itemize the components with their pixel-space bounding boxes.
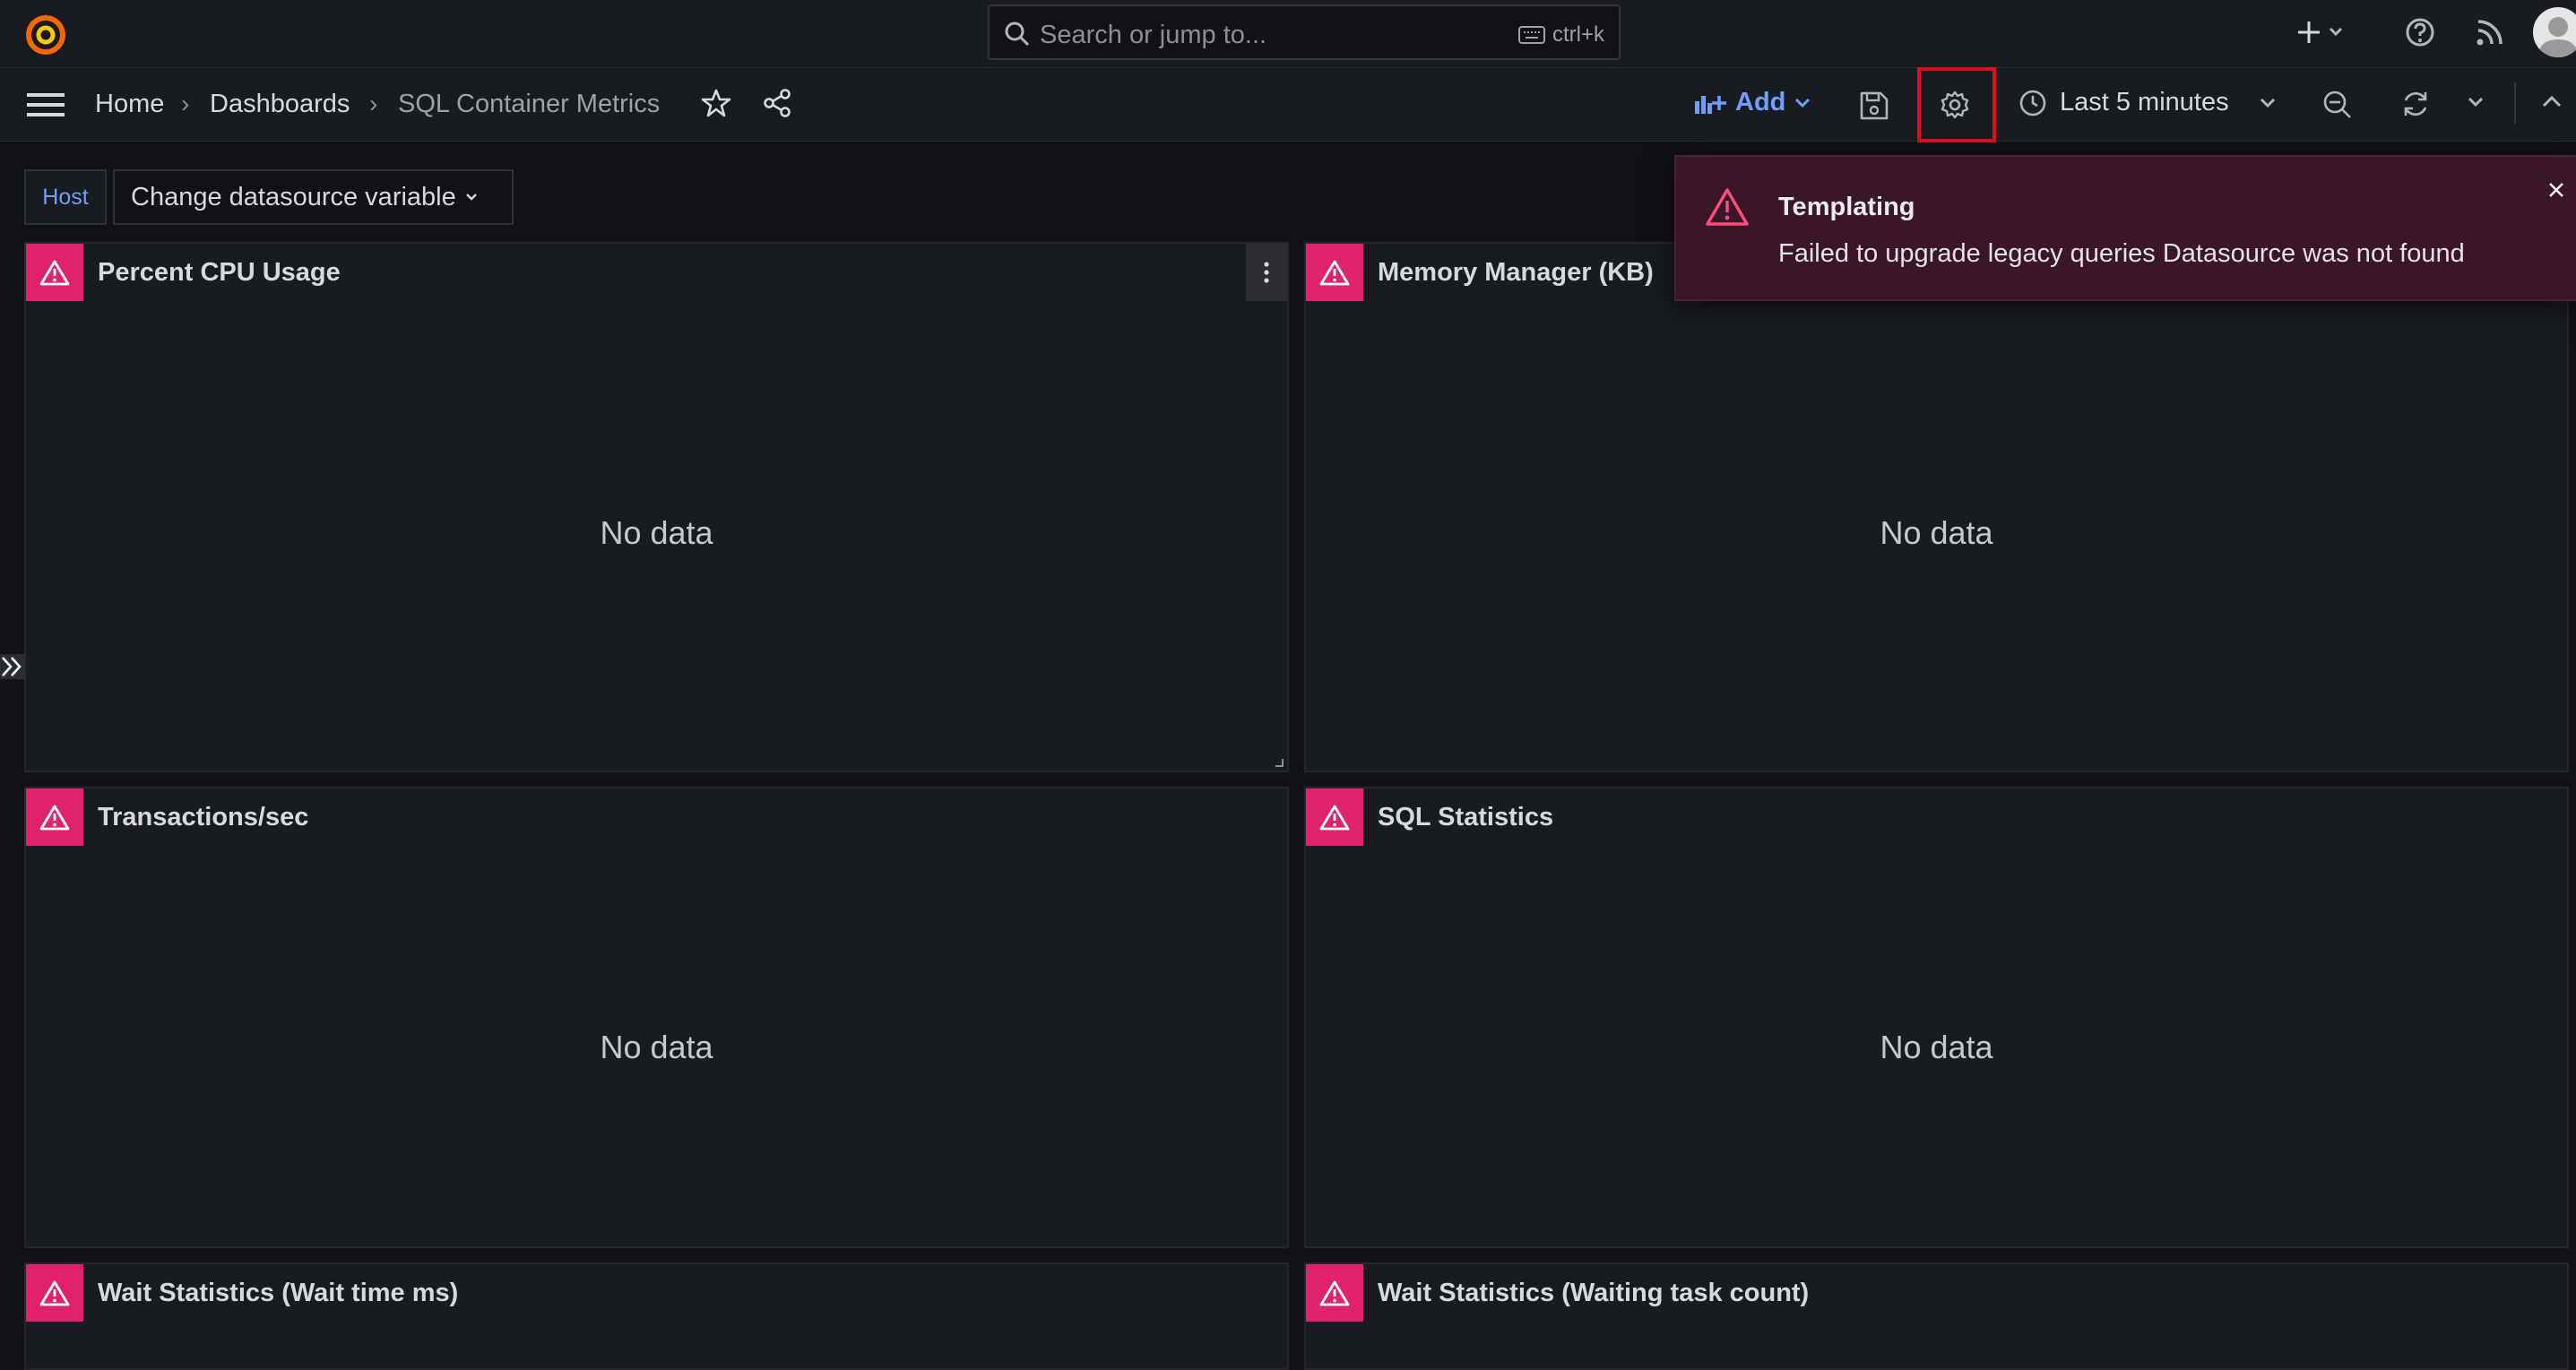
new-plus-icon[interactable] <box>2296 16 2350 48</box>
star-icon[interactable] <box>701 88 731 118</box>
time-range-picker[interactable]: Last 5 minutes <box>2018 88 2276 117</box>
panel-percent-cpu-usage[interactable]: Percent CPU Usage No data <box>24 242 1289 772</box>
panel-error-warning-icon[interactable] <box>26 1264 83 1322</box>
panel-title: Wait Statistics (Wait time ms) <box>98 1279 459 1307</box>
toast-message: Failed to upgrade legacy queries Datasou… <box>1778 239 2465 268</box>
panel-title: SQL Statistics <box>1378 803 1554 831</box>
datasource-variable-select[interactable]: Change datasource variable <box>113 169 514 225</box>
chevron-down-icon <box>1794 98 1811 108</box>
menu-hamburger-icon[interactable] <box>27 91 65 118</box>
panel-error-warning-icon[interactable] <box>1306 244 1363 301</box>
search-icon <box>1004 21 1031 47</box>
news-rss-icon[interactable] <box>2474 16 2506 48</box>
resize-handle-icon[interactable] <box>1273 756 1284 767</box>
toast-warning-icon <box>1705 187 1750 227</box>
breadcrumb-dashboards[interactable]: Dashboards <box>210 90 350 119</box>
toolbar-divider <box>2514 82 2516 124</box>
clock-icon <box>2018 89 2047 117</box>
search-shortcut: ctrl+k <box>1517 22 1604 47</box>
panel-memory-manager[interactable]: Memory Manager (KB) No data <box>1304 242 2569 772</box>
panel-waiting-task-count[interactable]: Wait Statistics (Waiting task count) <box>1304 1262 2569 1370</box>
breadcrumb-separator: › <box>181 90 190 117</box>
panel-error-warning-icon[interactable] <box>26 244 83 301</box>
save-dashboard-icon[interactable] <box>1859 90 1889 121</box>
panel-no-data: No data <box>600 514 713 551</box>
settings-highlight-box <box>1917 67 1996 142</box>
add-label: Add <box>1735 88 1786 116</box>
side-expand-chevrons-icon[interactable] <box>0 654 25 679</box>
help-icon[interactable] <box>2404 16 2436 48</box>
chevron-down-icon <box>2260 98 2276 108</box>
panel-sql-statistics[interactable]: SQL Statistics No data <box>1304 787 2569 1248</box>
breadcrumb-current: SQL Container Metrics <box>398 90 661 118</box>
time-range-label: Last 5 minutes <box>2060 88 2229 116</box>
panel-no-data: No data <box>600 1029 713 1065</box>
panel-no-data: No data <box>1880 1029 1993 1065</box>
close-icon[interactable] <box>2546 180 2566 200</box>
breadcrumb-separator: › <box>369 90 378 117</box>
panel-title: Wait Statistics (Waiting task count) <box>1378 1279 1810 1307</box>
add-panel-button[interactable]: Add <box>1694 88 1811 117</box>
error-toast: Templating Failed to upgrade legacy quer… <box>1674 155 2576 301</box>
panel-menu-icon[interactable] <box>1246 244 1287 301</box>
panel-title: Percent CPU Usage <box>98 258 341 287</box>
refresh-interval-chevron-icon[interactable] <box>2468 97 2484 108</box>
panel-transactions-per-sec[interactable]: Transactions/sec No data <box>24 787 1289 1248</box>
zoom-out-icon[interactable] <box>2321 89 2352 119</box>
shortcut-label: ctrl+k <box>1552 22 1604 47</box>
variable-label-host: Host <box>24 169 107 225</box>
variable-select-value: Change datasource variable <box>131 182 456 211</box>
dashboard-nav-bar: Home › Dashboards › SQL Container Metric… <box>0 68 2576 142</box>
panel-title: Transactions/sec <box>98 803 309 831</box>
panel-error-warning-icon[interactable] <box>1306 1264 1363 1322</box>
panel-error-warning-icon[interactable] <box>26 788 83 846</box>
breadcrumb-home[interactable]: Home <box>95 90 164 119</box>
collapse-chevron-up-icon[interactable] <box>2542 95 2562 108</box>
user-avatar[interactable] <box>2533 7 2576 57</box>
panel-error-warning-icon[interactable] <box>1306 788 1363 846</box>
keyboard-icon <box>1517 26 1545 44</box>
share-icon[interactable] <box>762 88 792 118</box>
add-panel-icon <box>1694 90 1726 116</box>
panel-no-data: No data <box>1880 514 1993 551</box>
search-placeholder: Search or jump to... <box>1040 21 1267 49</box>
chevron-down-icon <box>465 193 478 202</box>
toast-title: Templating <box>1778 193 1915 221</box>
panel-title: Memory Manager (KB) <box>1378 258 1654 287</box>
refresh-icon[interactable] <box>2400 89 2431 119</box>
grafana-logo-icon[interactable] <box>22 9 70 57</box>
panel-wait-time-ms[interactable]: Wait Statistics (Wait time ms) <box>24 1262 1289 1370</box>
search-input[interactable]: Search or jump to... ctrl+k <box>988 4 1621 60</box>
top-bar: Search or jump to... ctrl+k <box>0 0 2576 68</box>
